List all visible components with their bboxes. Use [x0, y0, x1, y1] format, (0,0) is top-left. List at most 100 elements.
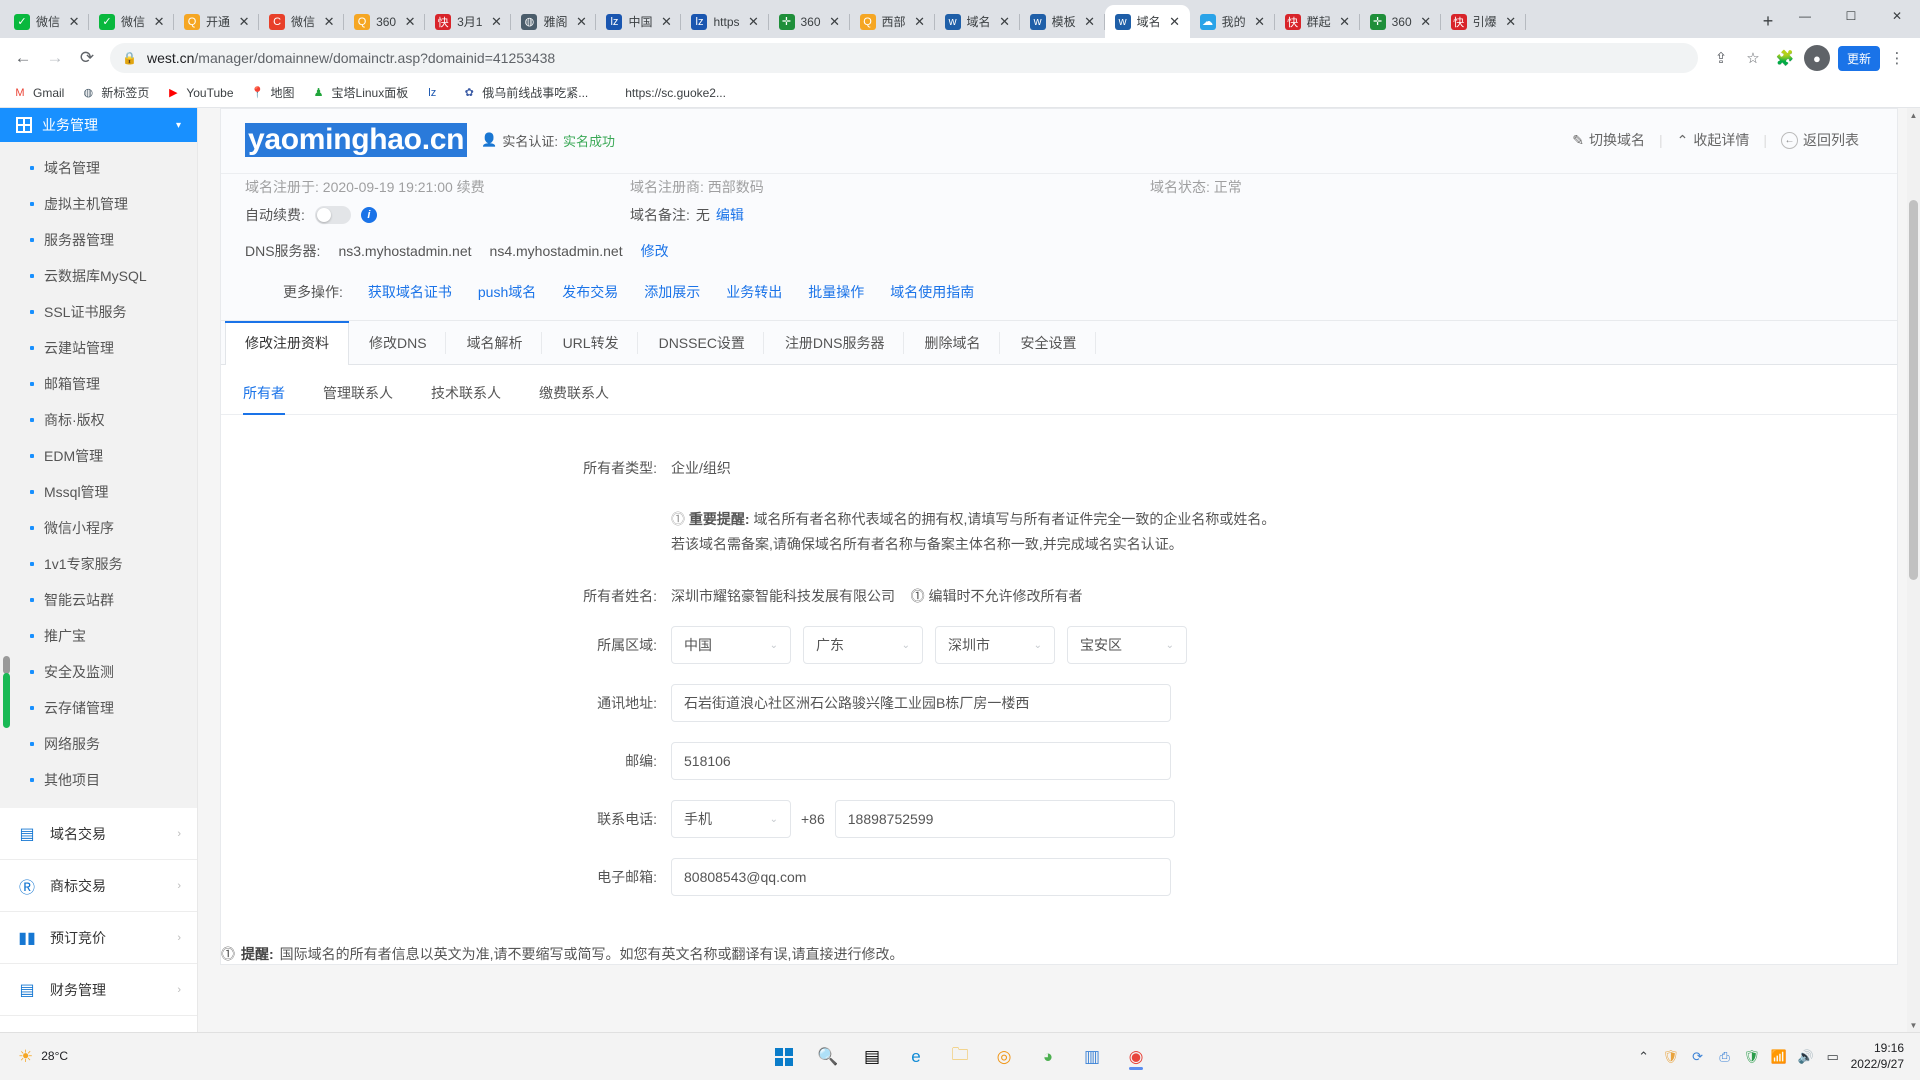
sidebar-item[interactable]: 其他项目 — [0, 762, 197, 798]
close-icon[interactable]: ✕ — [827, 15, 843, 28]
cast-icon[interactable]: ⎙ — [1716, 1048, 1734, 1066]
more-operation-link[interactable]: 批量操作 — [795, 284, 877, 300]
bookmark-item[interactable]: ♟宝塔Linux面板 — [311, 84, 409, 101]
close-icon[interactable]: ✕ — [402, 15, 418, 28]
avatar-icon[interactable]: ● — [1802, 43, 1832, 73]
scroll-up-arrow[interactable]: ▲ — [1907, 108, 1920, 122]
forward-button[interactable]: → — [40, 43, 70, 73]
update-button[interactable]: 更新 — [1838, 46, 1880, 71]
puzzle-icon[interactable]: 🧩 — [1770, 43, 1800, 73]
domain-tab[interactable]: DNSSEC设置 — [639, 321, 765, 364]
domain-tab[interactable]: 修改DNS — [349, 321, 447, 364]
sidebar-scrollbar-thumb[interactable] — [3, 673, 10, 728]
more-operation-link[interactable]: 业务转出 — [713, 284, 795, 300]
more-operation-link[interactable]: 添加展示 — [631, 284, 713, 300]
sidebar-item[interactable]: 邮箱管理 — [0, 366, 197, 402]
page-scrollbar-thumb[interactable] — [1909, 200, 1918, 580]
reload-button[interactable]: ⟳ — [72, 43, 102, 73]
browser-tab[interactable]: ✛360✕ — [769, 5, 850, 38]
browser-tab[interactable]: ✛360✕ — [1360, 5, 1441, 38]
bookmark-item[interactable]: ✿俄乌前线战事吃紧... — [461, 84, 588, 101]
close-icon[interactable]: ✕ — [1167, 15, 1183, 28]
domain-tab[interactable]: 域名解析 — [447, 321, 543, 364]
browser-tab[interactable]: Q360✕ — [344, 5, 425, 38]
browser-tab[interactable]: 快3月1✕ — [425, 5, 511, 38]
sidebar-section[interactable]: ▮▮预订竞价› — [0, 912, 197, 964]
domain-note-edit-link[interactable]: 编辑 — [716, 205, 744, 225]
domain-tab[interactable]: 修改注册资料 — [225, 321, 349, 365]
browser-tab[interactable]: ✓微信✕ — [89, 5, 174, 38]
sidebar-item[interactable]: 安全及监测 — [0, 654, 197, 690]
clock-widget[interactable]: 19:16 2022/9/27 — [1851, 1041, 1904, 1072]
sync-icon[interactable]: ⟳ — [1689, 1048, 1707, 1066]
close-icon[interactable]: ✕ — [488, 15, 504, 28]
browser-tab[interactable]: w模板✕ — [1020, 5, 1105, 38]
close-icon[interactable]: ✕ — [236, 15, 252, 28]
sidebar-item[interactable]: 商标·版权 — [0, 402, 197, 438]
chrome-icon[interactable]: ◉ — [1121, 1042, 1151, 1072]
close-icon[interactable]: ✕ — [66, 15, 82, 28]
close-icon[interactable]: ✕ — [912, 15, 928, 28]
sidebar-item[interactable]: Mssql管理 — [0, 474, 197, 510]
volume-icon[interactable]: 🔊 — [1797, 1048, 1815, 1066]
phone-type-select[interactable]: 手机 ⌄ — [671, 800, 791, 838]
browser-tab[interactable]: Q开通✕ — [174, 5, 259, 38]
sidebar-item[interactable]: 云数据库MySQL — [0, 258, 197, 294]
star-icon[interactable]: ☆ — [1738, 43, 1768, 73]
postcode-input[interactable]: 518106 — [671, 742, 1171, 780]
network-icon[interactable]: 📶 — [1770, 1048, 1788, 1066]
city-select[interactable]: 深圳市 ⌄ — [935, 626, 1055, 664]
browser-tab[interactable]: w域名✕ — [1105, 5, 1190, 38]
weather-widget[interactable]: ☀ 28°C — [8, 1047, 68, 1067]
district-select[interactable]: 宝安区 ⌄ — [1067, 626, 1187, 664]
battery-icon[interactable]: ▭ — [1824, 1048, 1842, 1066]
phone-number-input[interactable]: 18898752599 — [835, 800, 1175, 838]
domain-tab[interactable]: 注册DNS服务器 — [765, 321, 905, 364]
sidebar-item[interactable]: 推广宝 — [0, 618, 197, 654]
bookmark-item[interactable]: ▶YouTube — [165, 85, 233, 101]
close-icon[interactable]: ✕ — [151, 15, 167, 28]
security-icon[interactable]: 🛡 — [1743, 1048, 1761, 1066]
share-icon[interactable]: ⇪ — [1706, 43, 1736, 73]
kebab-menu-icon[interactable]: ⋮ — [1882, 43, 1912, 73]
bookmark-item[interactable]: ◍新标签页 — [80, 84, 149, 101]
province-select[interactable]: 广东 ⌄ — [803, 626, 923, 664]
scroll-down-arrow[interactable]: ▼ — [1907, 1018, 1920, 1032]
address-input[interactable]: 石岩街道浪心社区洲石公路骏兴隆工业园B栋厂房一楼西 — [671, 684, 1171, 722]
start-button[interactable] — [769, 1042, 799, 1072]
file-explorer-icon[interactable]: 🗀 — [945, 1042, 975, 1072]
browser-tab[interactable]: 快引爆✕ — [1441, 5, 1526, 38]
collapse-detail-button[interactable]: ⌃ 收起详情 — [1663, 130, 1764, 150]
close-icon[interactable]: ✕ — [1337, 15, 1353, 28]
switch-domain-button[interactable]: ✎ 切换域名 — [1558, 130, 1659, 150]
more-operation-link[interactable]: 发布交易 — [549, 284, 631, 300]
address-bar[interactable]: 🔒 west.cn/manager/domainnew/domainctr.as… — [110, 43, 1698, 73]
close-icon[interactable]: ✕ — [997, 15, 1013, 28]
sidebar-section[interactable]: ▤域名交易› — [0, 808, 197, 860]
close-icon[interactable]: ✕ — [1082, 15, 1098, 28]
sidebar-item[interactable]: 智能云站群 — [0, 582, 197, 618]
new-tab-button[interactable]: + — [1754, 7, 1782, 35]
sidebar-item[interactable]: 云建站管理 — [0, 330, 197, 366]
search-icon[interactable]: 🔍 — [813, 1042, 843, 1072]
sidebar-item[interactable]: 1v1专家服务 — [0, 546, 197, 582]
sidebar-section[interactable]: Ⓡ商标交易› — [0, 860, 197, 912]
close-icon[interactable]: ✕ — [1418, 15, 1434, 28]
edge-icon[interactable]: e — [901, 1042, 931, 1072]
email-input[interactable]: 80808543@qq.com — [671, 858, 1171, 896]
bookmark-item[interactable]: MGmail — [12, 85, 64, 101]
sidebar-section[interactable]: ▤财务管理› — [0, 964, 197, 1016]
auto-renew-toggle[interactable] — [315, 206, 351, 224]
wechat-icon[interactable]: ◕ — [1033, 1042, 1063, 1072]
back-to-list-button[interactable]: ← 返回列表 — [1767, 130, 1873, 150]
close-icon[interactable]: ✕ — [573, 15, 589, 28]
close-icon[interactable]: ✕ — [1503, 15, 1519, 28]
domain-tab[interactable]: 安全设置 — [1001, 321, 1097, 364]
maximize-button[interactable]: ☐ — [1828, 0, 1874, 32]
sidebar-item[interactable]: 云存储管理 — [0, 690, 197, 726]
browser-tab[interactable]: 快群起✕ — [1275, 5, 1360, 38]
tray-chevron-icon[interactable]: ⌃ — [1635, 1048, 1653, 1066]
minimize-button[interactable]: — — [1782, 0, 1828, 32]
sidebar-item[interactable]: 网络服务 — [0, 726, 197, 762]
domain-tab[interactable]: 删除域名 — [905, 321, 1001, 364]
